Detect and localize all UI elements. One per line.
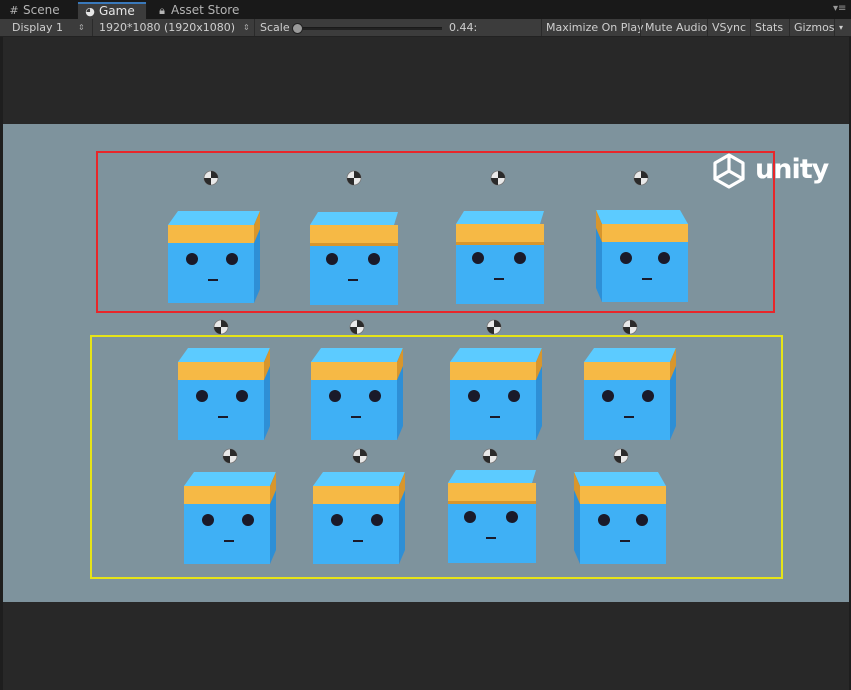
- red-selection-box: [96, 151, 775, 313]
- yellow-selection-box: [90, 335, 783, 579]
- unity-logo-text: unity: [755, 154, 829, 185]
- gizmo-ball-icon: [213, 319, 229, 335]
- gizmo-ball-icon: [349, 319, 365, 335]
- gizmo-ball-icon: [622, 319, 638, 335]
- gizmo-ball-icon: [486, 319, 502, 335]
